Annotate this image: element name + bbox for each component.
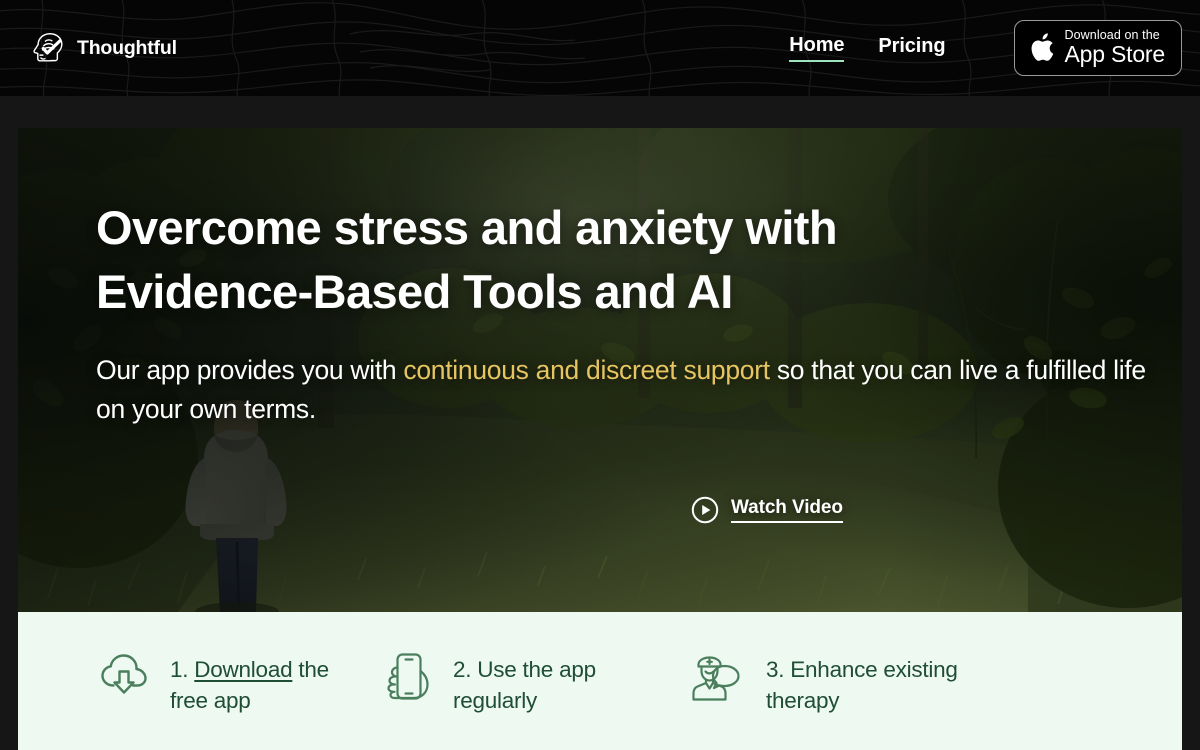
doctor-speech-bubble-icon — [692, 656, 740, 701]
hero-actions: Download on the App Store Watch Video — [691, 496, 843, 524]
hero-headline-line-2: Evidence-Based Tools and AI — [96, 264, 733, 318]
apple-logo-icon — [1031, 33, 1053, 61]
hero-headline: Overcome stress and anxiety with Evidenc… — [96, 196, 1166, 324]
step-item-download: 1. Download the free app — [18, 654, 358, 717]
primary-nav: Home Pricing Download on the App Store — [789, 19, 1182, 77]
step-label-download: 1. Download the free app — [170, 654, 358, 717]
nav-item-pricing[interactable]: Pricing — [878, 35, 945, 61]
brand-name: Thoughtful — [77, 36, 177, 59]
hero-sub-before: Our app provides you with — [96, 354, 404, 385]
hero-sub-highlight: continuous and discreet support — [403, 354, 770, 385]
hero-section: Overcome stress and anxiety with Evidenc… — [18, 128, 1182, 612]
hero-headline-line-1: Overcome stress and anxiety with — [96, 201, 838, 254]
thoughtful-head-check-logo-icon — [33, 33, 63, 62]
step-text: Use the app regularly — [453, 657, 596, 714]
download-link[interactable]: Download — [194, 657, 292, 682]
header-app-store-button[interactable]: Download on the App Store — [1013, 19, 1182, 77]
app-store-button-label: Download on the App Store — [1065, 29, 1166, 67]
steps-panel: 1. Download the free app 2. Use the app … — [18, 612, 1182, 750]
step-number: 3. — [766, 657, 785, 682]
step-number: 1. — [170, 657, 189, 682]
app-store-small-label: Download on the — [1064, 27, 1160, 42]
site-header: Thoughtful Home Pricing Download on the … — [0, 0, 1200, 96]
landing-page: Thoughtful Home Pricing Download on the … — [0, 0, 1200, 750]
step-label-use-app: 2. Use the app regularly — [453, 654, 678, 717]
nav-item-home[interactable]: Home — [789, 34, 845, 62]
hero-subheadline: Our app provides you with continuous and… — [96, 351, 1156, 428]
step-label-enhance-therapy: 3. Enhance existing therapy — [766, 654, 1001, 717]
app-store-big-label: App Store — [1064, 41, 1166, 68]
play-circle-icon — [691, 496, 719, 524]
cloud-download-icon — [101, 654, 147, 694]
step-item-enhance-therapy: 3. Enhance existing therapy — [678, 654, 1098, 717]
hand-holding-phone-icon — [387, 653, 429, 700]
step-text: Enhance existing therapy — [766, 657, 958, 714]
step-item-use-app: 2. Use the app regularly — [358, 653, 678, 717]
brand-logo-link[interactable]: Thoughtful — [30, 29, 177, 67]
watch-video-label: Watch Video — [731, 497, 843, 523]
hero-content: Overcome stress and anxiety with Evidenc… — [96, 196, 1166, 428]
step-number: 2. — [453, 657, 472, 682]
watch-video-button[interactable]: Watch Video — [691, 496, 843, 524]
header-content: Thoughtful Home Pricing Download on the … — [0, 0, 1200, 96]
